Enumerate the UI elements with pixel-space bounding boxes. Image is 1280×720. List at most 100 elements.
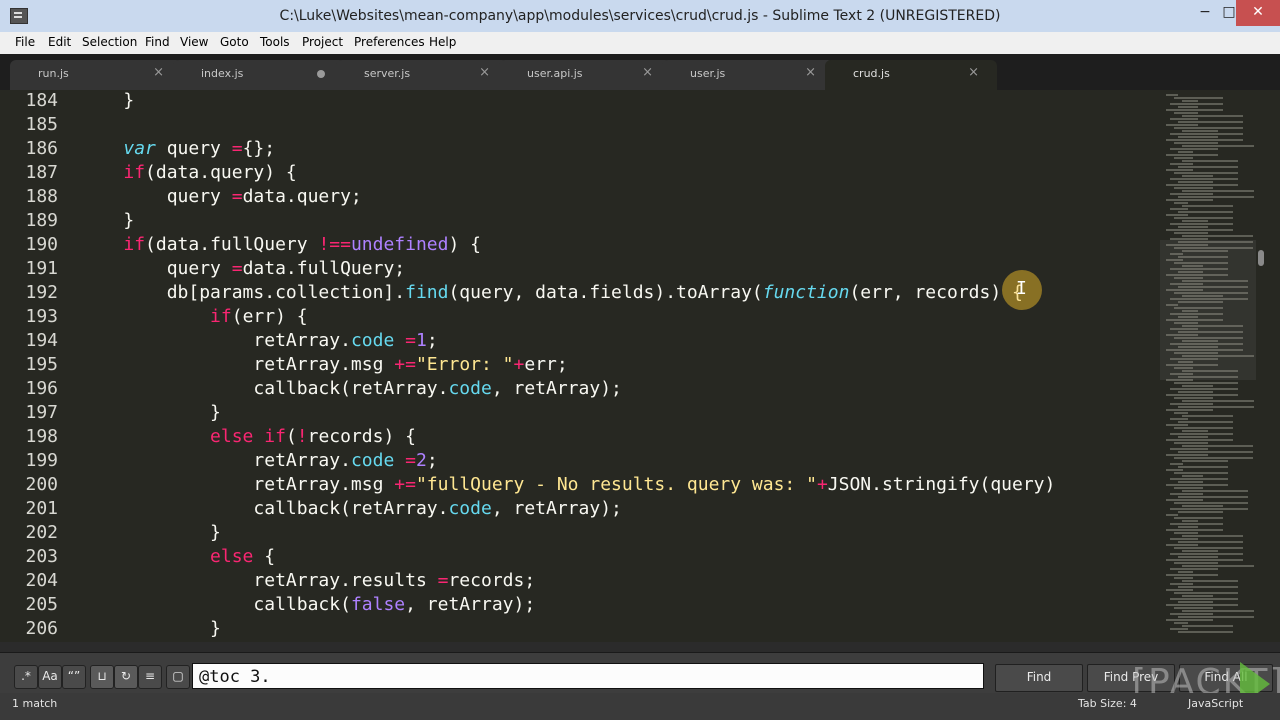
code-line[interactable]: var query ={}; [80,138,275,159]
menu-view[interactable]: View [180,35,208,49]
tab-size-indicator[interactable]: Tab Size: 4 [1078,697,1137,710]
menu-edit[interactable]: Edit [48,35,71,49]
menu-preferences[interactable]: Preferences [354,35,425,49]
menu-find[interactable]: Find [145,35,170,49]
close-tab-icon[interactable]: × [805,65,816,80]
code-line[interactable]: } [80,618,221,639]
tab-crud-js[interactable]: crud.js × [825,60,997,90]
code-line[interactable]: callback(retArray.code, retArray); [80,498,621,519]
close-tab-icon[interactable]: × [153,65,164,80]
editor-pane[interactable]: 184 185 186 187 188 189 190 191 192 193 194 195 196 1… [0,90,1280,642]
minimap-line [1174,292,1248,294]
minimap-line [1170,328,1198,330]
minimap-line [1166,514,1178,516]
menu-project[interactable]: Project [302,35,343,49]
minimap-line [1170,283,1203,285]
minimap-line [1182,175,1213,177]
code-line[interactable]: if(data.query) { [80,162,296,183]
minimap-line [1170,493,1203,495]
minimap-line [1182,160,1238,162]
close-tab-icon[interactable]: × [479,65,490,80]
line-number: 205 [25,594,58,615]
minimap-line [1170,238,1208,240]
tab-server-js[interactable]: server.js × [336,60,508,90]
minimap-line [1170,313,1223,315]
code-line[interactable]: query =data.query; [80,186,362,207]
code-line[interactable]: } [80,402,221,423]
syntax-indicator[interactable]: JavaScript [1188,697,1243,710]
menu-selection[interactable]: Selection [82,35,137,49]
code-line[interactable]: } [80,522,221,543]
code-line[interactable]: callback(retArray.code, retArray); [80,378,621,399]
minimap-line [1182,235,1253,237]
code-line[interactable]: } [80,90,134,111]
line-number: 193 [25,306,58,327]
code-line[interactable]: else if(!records) { [80,426,416,447]
regex-toggle[interactable]: .* [14,665,38,689]
reverse-toggle[interactable]: ⊔ [90,665,114,689]
minimap-line [1174,607,1213,609]
code-line[interactable]: } [80,210,134,231]
minimap-line [1182,220,1208,222]
vertical-scrollbar[interactable] [1256,90,1266,642]
case-sensitive-toggle[interactable]: Aa [38,665,62,689]
minimap-line [1174,412,1188,414]
close-tab-icon[interactable]: × [642,65,653,80]
code-line[interactable]: db[params.collection].find(query, data.f… [80,282,1023,303]
minimap-line [1170,178,1238,180]
code-line[interactable]: query =data.fullQuery; [80,258,405,279]
scrollbar-thumb[interactable] [1258,250,1264,266]
code-line[interactable]: if(err) { [80,306,308,327]
unsaved-dot-icon[interactable] [317,70,325,78]
code-area[interactable]: } var query ={}; if(data.query) { query … [80,90,1165,642]
line-number: 192 [25,282,58,303]
minimap-line [1174,427,1233,429]
minimap-line [1178,301,1223,303]
find-panel: .* Aa “” ⊔ ↻ ≡ ▢ @toc 3. Find Find Prev … [0,652,1280,693]
code-line[interactable]: callback(false, retArray); [80,594,535,615]
minimap-line [1182,145,1254,147]
tab-run-js[interactable]: run.js × [10,60,182,90]
minimap-line [1166,379,1193,381]
code-line[interactable]: retArray.code =2; [80,450,437,471]
find-input[interactable]: @toc 3. [192,663,984,689]
code-line[interactable]: retArray.msg +="fullQuery - No results. … [80,474,1055,495]
minimap-line [1170,163,1193,165]
minimap-line [1170,538,1198,540]
minimap-line [1166,394,1238,396]
in-selection-toggle[interactable]: ≡ [138,665,162,689]
minimap-line [1166,154,1218,156]
tab-user-js[interactable]: user.js × [662,60,834,90]
minimap[interactable] [1160,90,1256,642]
minimap-line [1174,172,1238,174]
tab-user-api-js[interactable]: user.api.js × [499,60,671,90]
minimap-line [1174,577,1193,579]
code-line[interactable]: else { [80,546,275,567]
wrap-toggle[interactable]: ↻ [114,665,138,689]
whole-word-toggle[interactable]: “” [62,665,86,689]
tab-index-js[interactable]: index.js [173,60,345,90]
menu-file[interactable]: File [15,35,35,49]
line-number: 201 [25,498,58,519]
line-number: 189 [25,210,58,231]
menu-tools[interactable]: Tools [260,35,290,49]
minimap-line [1174,157,1193,159]
highlight-matches-toggle[interactable]: ▢ [166,665,190,689]
minimap-line [1174,232,1208,234]
minimap-line [1170,433,1233,435]
minimap-line [1182,310,1198,312]
find-button[interactable]: Find [995,664,1083,692]
code-line[interactable]: retArray.results =records; [80,570,535,591]
menu-help[interactable]: Help [429,35,456,49]
close-tab-icon[interactable]: × [968,65,979,80]
menu-goto[interactable]: Goto [220,35,249,49]
minimap-line [1178,196,1254,198]
minimap-line [1182,460,1228,462]
code-line[interactable]: retArray.code =1; [80,330,437,351]
minimap-line [1170,373,1193,375]
minimap-line [1170,598,1238,600]
code-line[interactable]: if(data.fullQuery !==undefined) { [80,234,481,255]
close-window-button[interactable]: ✕ [1236,0,1280,26]
minimap-line [1166,364,1218,366]
code-line[interactable]: retArray.msg +="Error: "+err; [80,354,567,375]
